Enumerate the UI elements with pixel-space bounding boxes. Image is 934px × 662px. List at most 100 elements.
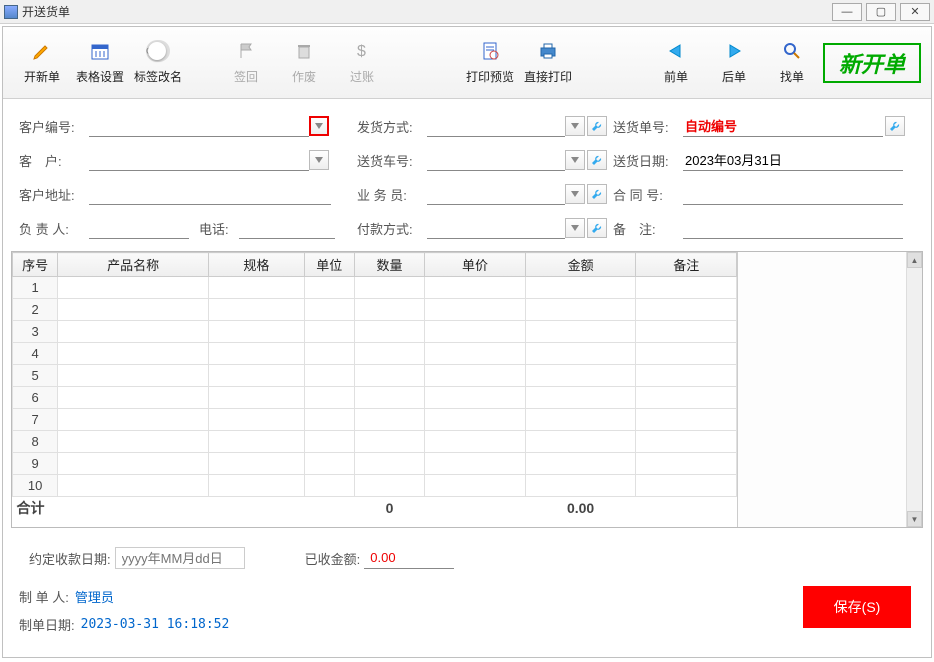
ship-method-dropdown[interactable] — [565, 116, 585, 136]
cell[interactable] — [304, 387, 354, 409]
cell[interactable] — [525, 431, 636, 453]
cell[interactable] — [425, 321, 526, 343]
cell[interactable] — [58, 365, 209, 387]
cell[interactable] — [636, 343, 737, 365]
cell[interactable] — [209, 365, 305, 387]
order-no-config[interactable] — [885, 116, 905, 136]
pay-method-dropdown[interactable] — [565, 218, 585, 238]
ship-method-config[interactable] — [587, 116, 607, 136]
cell[interactable] — [525, 475, 636, 497]
cell[interactable] — [354, 321, 424, 343]
cell[interactable] — [304, 321, 354, 343]
cell[interactable] — [354, 365, 424, 387]
minimize-button[interactable]: — — [832, 3, 862, 21]
cell[interactable] — [636, 453, 737, 475]
table-row[interactable]: 8 — [13, 431, 737, 453]
ship-date-input[interactable] — [683, 149, 903, 171]
order-no-input[interactable] — [683, 115, 883, 137]
cell[interactable] — [354, 409, 424, 431]
cell[interactable] — [58, 475, 209, 497]
table-row[interactable]: 5 — [13, 365, 737, 387]
cell[interactable] — [636, 387, 737, 409]
salesman-dropdown[interactable] — [565, 184, 585, 204]
cell[interactable] — [58, 343, 209, 365]
cell[interactable] — [525, 299, 636, 321]
print-preview-button[interactable]: 打印预览 — [461, 33, 519, 93]
due-date-input[interactable] — [115, 547, 245, 569]
table-row[interactable]: 9 — [13, 453, 737, 475]
cell[interactable] — [209, 387, 305, 409]
cell[interactable] — [525, 343, 636, 365]
new-order-button[interactable]: 开新单 — [13, 33, 71, 93]
cell[interactable] — [636, 277, 737, 299]
next-button[interactable]: 后单 — [705, 33, 763, 93]
cell[interactable] — [354, 343, 424, 365]
cell[interactable] — [58, 387, 209, 409]
vehicle-dropdown[interactable] — [565, 150, 585, 170]
ship-method-input[interactable] — [427, 115, 565, 137]
scrollbar[interactable]: ▲ ▼ — [906, 252, 922, 527]
find-button[interactable]: 找单 — [763, 33, 821, 93]
cell[interactable] — [425, 277, 526, 299]
cell[interactable] — [209, 343, 305, 365]
vehicle-config[interactable] — [587, 150, 607, 170]
cell[interactable] — [304, 343, 354, 365]
close-button[interactable]: ✕ — [900, 3, 930, 21]
cell[interactable] — [209, 409, 305, 431]
sign-back-button[interactable]: 签回 — [217, 33, 275, 93]
save-button[interactable]: 保存(S) — [803, 586, 911, 628]
pay-method-config[interactable] — [587, 218, 607, 238]
table-row[interactable]: 6 — [13, 387, 737, 409]
cell[interactable] — [525, 277, 636, 299]
contract-input[interactable] — [683, 183, 903, 205]
cell[interactable] — [425, 431, 526, 453]
void-button[interactable]: 作废 — [275, 33, 333, 93]
cell[interactable] — [354, 277, 424, 299]
cell[interactable] — [636, 299, 737, 321]
column-header[interactable]: 产品名称 — [58, 253, 209, 277]
column-header[interactable]: 金额 — [525, 253, 636, 277]
phone-input[interactable] — [239, 217, 335, 239]
column-header[interactable]: 单位 — [304, 253, 354, 277]
table-row[interactable]: 2 — [13, 299, 737, 321]
cell[interactable] — [525, 321, 636, 343]
cell[interactable] — [636, 365, 737, 387]
table-row[interactable]: 10 — [13, 475, 737, 497]
cell[interactable] — [58, 409, 209, 431]
column-header[interactable]: 数量 — [354, 253, 424, 277]
address-input[interactable] — [89, 183, 331, 205]
cell[interactable] — [58, 299, 209, 321]
table-settings-button[interactable]: 表格设置 — [71, 33, 129, 93]
cell[interactable] — [304, 277, 354, 299]
cell[interactable] — [304, 299, 354, 321]
customer-code-dropdown[interactable] — [309, 116, 329, 136]
cell[interactable] — [425, 453, 526, 475]
cell[interactable] — [636, 431, 737, 453]
cell[interactable] — [525, 453, 636, 475]
table-row[interactable]: 7 — [13, 409, 737, 431]
pay-method-input[interactable] — [427, 217, 565, 239]
cell[interactable] — [425, 365, 526, 387]
cell[interactable] — [304, 365, 354, 387]
cell[interactable] — [209, 431, 305, 453]
customer-dropdown[interactable] — [309, 150, 329, 170]
customer-code-input[interactable] — [89, 115, 309, 137]
cell[interactable] — [425, 387, 526, 409]
cell[interactable] — [425, 475, 526, 497]
column-header[interactable]: 备注 — [636, 253, 737, 277]
cell[interactable] — [525, 387, 636, 409]
table-row[interactable]: 4 — [13, 343, 737, 365]
cell[interactable] — [425, 343, 526, 365]
manager-input[interactable] — [89, 217, 189, 239]
cell[interactable] — [354, 453, 424, 475]
cell[interactable] — [58, 321, 209, 343]
salesman-input[interactable] — [427, 183, 565, 205]
cell[interactable] — [304, 475, 354, 497]
cell[interactable] — [354, 475, 424, 497]
cell[interactable] — [58, 431, 209, 453]
column-header[interactable]: 规格 — [209, 253, 305, 277]
cell[interactable] — [209, 475, 305, 497]
cell[interactable] — [209, 321, 305, 343]
cell[interactable] — [209, 453, 305, 475]
cell[interactable] — [58, 453, 209, 475]
